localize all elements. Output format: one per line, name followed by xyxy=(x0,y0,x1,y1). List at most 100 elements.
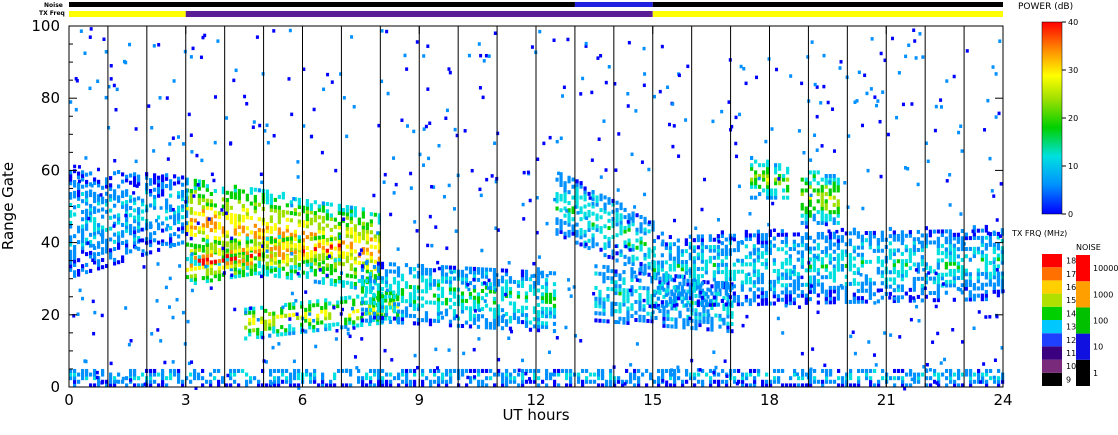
echo-cell xyxy=(700,299,704,304)
echo-cell xyxy=(205,202,209,207)
echo-cell xyxy=(197,376,201,381)
echo-cell xyxy=(384,276,389,281)
echo-cell xyxy=(959,124,963,128)
echo-cell xyxy=(662,309,666,314)
echo-cell xyxy=(269,197,273,202)
echo-cell xyxy=(940,272,944,277)
echo-cell xyxy=(189,278,193,283)
echo-cell xyxy=(812,177,816,182)
echo-cell xyxy=(261,72,265,76)
echo-cell xyxy=(249,271,253,276)
echo-cell xyxy=(433,368,437,373)
echo-cell xyxy=(692,288,696,293)
echo-cell xyxy=(133,230,137,235)
echo-cell xyxy=(405,372,409,377)
echo-cell xyxy=(277,245,281,250)
echo-cell xyxy=(309,203,313,208)
echo-cell xyxy=(856,281,860,286)
echo-cell xyxy=(627,227,631,232)
echo-cell xyxy=(851,330,855,334)
echo-cell xyxy=(256,331,260,336)
echo-cell xyxy=(448,283,453,288)
echo-cell xyxy=(273,239,277,244)
echo-cell xyxy=(984,257,988,262)
echo-cell xyxy=(774,166,778,171)
echo-cell xyxy=(233,231,237,236)
echo-cell xyxy=(137,174,141,179)
echo-cell xyxy=(977,372,981,377)
echo-cell xyxy=(248,321,252,326)
echo-cell xyxy=(368,308,373,313)
echo-cell xyxy=(631,218,635,223)
echo-cell xyxy=(85,252,89,257)
echo-cell xyxy=(821,368,825,373)
echo-cell xyxy=(329,278,333,283)
echo-cell xyxy=(81,224,85,229)
echo-cell xyxy=(540,285,545,290)
echo-cell xyxy=(647,254,651,259)
echo-cell xyxy=(469,379,473,384)
echo-cell xyxy=(293,376,297,381)
echo-cell xyxy=(778,163,782,168)
echo-cell xyxy=(752,269,756,274)
echo-cell xyxy=(602,297,606,302)
echo-cell xyxy=(169,372,173,377)
echo-cell xyxy=(984,261,988,266)
echo-cell xyxy=(89,27,93,31)
echo-cell xyxy=(448,290,453,295)
echo-cell xyxy=(296,271,300,276)
echo-cell xyxy=(602,272,606,277)
echo-cell xyxy=(825,372,829,377)
echo-cell xyxy=(321,241,325,246)
echo-cell xyxy=(229,264,233,269)
echo-cell xyxy=(761,379,765,384)
echo-cell xyxy=(462,351,466,356)
echo-cell xyxy=(189,379,193,384)
echo-cell xyxy=(357,239,361,244)
echo-cell xyxy=(320,305,324,310)
echo-cell xyxy=(356,323,360,328)
echo-cell xyxy=(153,205,157,210)
echo-cell xyxy=(345,134,349,139)
echo-cell xyxy=(832,174,836,179)
echo-cell xyxy=(948,261,952,266)
echo-cell xyxy=(504,283,509,288)
echo-cell xyxy=(587,238,591,243)
echo-cell xyxy=(548,292,553,297)
echo-cell xyxy=(380,279,385,284)
echo-cell xyxy=(520,320,525,325)
echo-cell xyxy=(888,248,892,253)
echo-cell xyxy=(770,195,774,200)
echo-cell xyxy=(892,266,896,271)
echo-cell xyxy=(264,308,268,313)
echo-cell xyxy=(800,213,804,218)
echo-cell xyxy=(602,279,606,284)
echo-cell xyxy=(896,298,900,303)
echo-cell xyxy=(780,297,784,302)
echo-cell xyxy=(832,184,836,189)
echo-cell xyxy=(932,229,936,234)
echo-cell xyxy=(384,316,388,321)
echo-cell xyxy=(380,294,385,299)
echo-cell xyxy=(881,368,885,373)
echo-cell xyxy=(117,231,121,236)
echo-cell xyxy=(268,319,272,324)
echo-cell xyxy=(860,238,864,243)
echo-cell xyxy=(828,242,832,247)
echo-cell xyxy=(149,372,153,377)
echo-cell xyxy=(720,298,724,303)
echo-cell xyxy=(93,372,97,377)
echo-cell xyxy=(380,315,385,320)
echo-cell xyxy=(141,202,145,207)
echo-cell xyxy=(752,244,756,249)
echo-cell xyxy=(480,248,484,253)
echo-cell xyxy=(587,209,591,214)
echo-cell xyxy=(623,225,627,230)
echo-cell xyxy=(857,376,861,381)
echo-cell xyxy=(480,307,485,312)
echo-cell xyxy=(664,292,668,297)
echo-cell xyxy=(945,368,949,373)
echo-cell xyxy=(969,368,973,373)
echo-cell xyxy=(661,372,665,377)
echo-cell xyxy=(313,272,317,277)
